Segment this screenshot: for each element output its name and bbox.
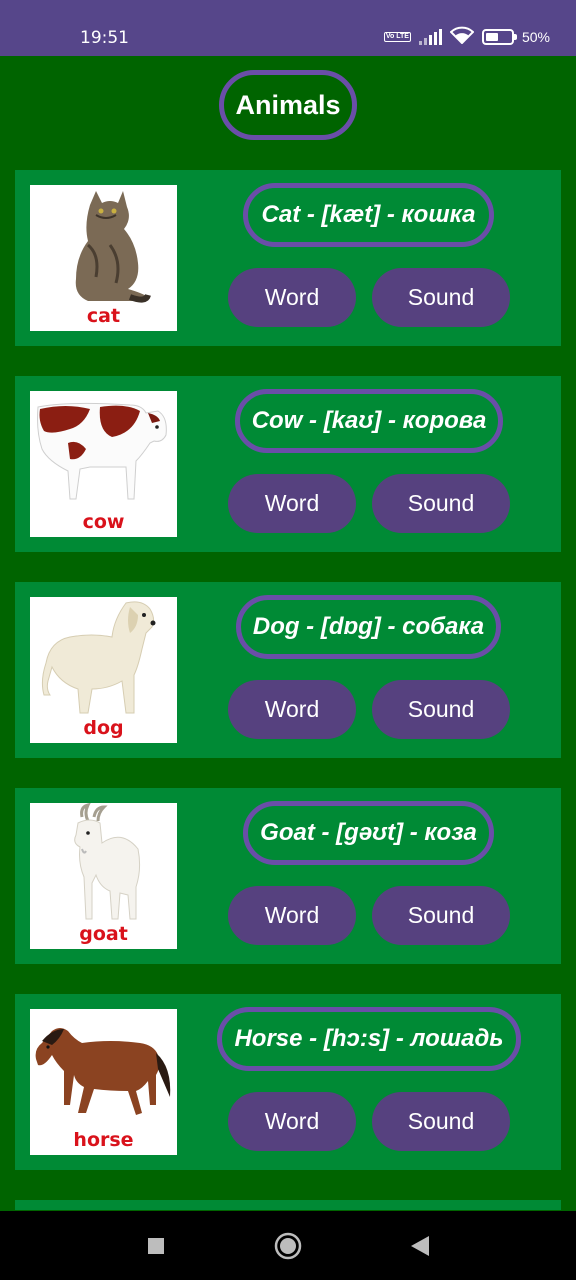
animal-card-goat: goat Goat - [gəʊt] - коза Word Sound [15,788,561,964]
sound-button[interactable]: Sound [372,474,510,533]
volte-icon: Vo LTE [383,31,411,42]
sound-button[interactable]: Sound [372,886,510,945]
cat-picture: cat [30,185,177,331]
word-phrase: Cow - [kaʊ] - корова [235,389,503,453]
sound-button[interactable]: Sound [372,268,510,327]
triangle-back-icon[interactable] [400,1211,440,1280]
animal-card-dog: dog Dog - [dɒg] - собака Word Sound [15,582,561,758]
animal-caption: dog [83,717,124,739]
animal-caption: cow [82,511,125,533]
word-button[interactable]: Word [228,886,356,945]
dog-picture: dog [30,597,177,743]
word-button[interactable]: Word [228,680,356,739]
word-button[interactable]: Word [228,1092,356,1151]
battery-icon [481,28,517,45]
signal-icon [418,28,442,45]
animal-caption: horse [73,1129,134,1151]
page-title: Animals [219,70,357,140]
square-recents-icon[interactable] [136,1211,176,1280]
animal-caption: goat [79,923,128,945]
animal-card-cat: cat Cat - [kæt] - кошка Word Sound [15,170,561,346]
animal-caption: cat [86,305,121,327]
animal-list: cat Cat - [kæt] - кошка Word Sound cow C… [15,170,561,1240]
goat-picture: goat [30,803,177,949]
word-button[interactable]: Word [228,268,356,327]
animal-card-partial [15,1200,561,1210]
animal-card-horse: horse Horse - [hɔ:s] - лошадь Word Sound [15,994,561,1170]
status-bar: 19:51 Vo LTE 50% [0,0,576,56]
navigation-bar [0,1211,576,1280]
status-icons: Vo LTE 50% [383,26,550,47]
animal-card-cow: cow Cow - [kaʊ] - корова Word Sound [15,376,561,552]
cow-picture: cow [30,391,177,537]
sound-button[interactable]: Sound [372,1092,510,1151]
word-phrase: Horse - [hɔ:s] - лошадь [217,1007,521,1071]
status-time: 19:51 [80,28,129,48]
horse-picture: horse [30,1009,177,1155]
sound-button[interactable]: Sound [372,680,510,739]
circle-home-icon[interactable] [268,1211,308,1280]
word-button[interactable]: Word [228,474,356,533]
battery-percent: 50% [521,28,550,45]
wifi-icon [449,26,475,47]
word-phrase: Cat - [kæt] - кошка [243,183,494,247]
word-phrase: Dog - [dɒg] - собака [236,595,501,659]
word-phrase: Goat - [gəʊt] - коза [243,801,494,865]
